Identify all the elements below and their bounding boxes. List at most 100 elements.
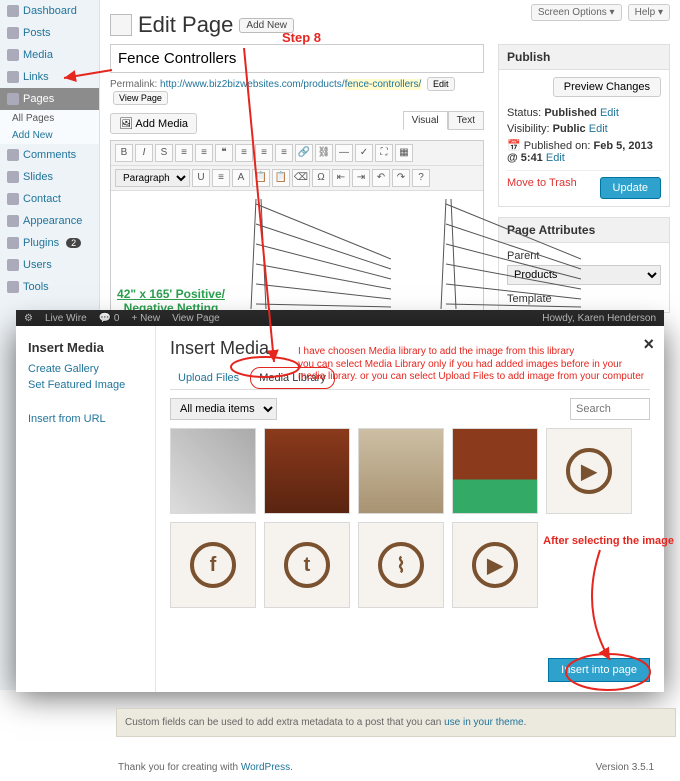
- sidebar-item-appearance[interactable]: Appearance: [0, 210, 99, 232]
- howdy-user[interactable]: Howdy, Karen Henderson: [542, 313, 656, 324]
- outdent-button[interactable]: ⇤: [332, 169, 350, 187]
- sidebar-item-slides[interactable]: Slides: [0, 166, 99, 188]
- help-button[interactable]: Help ▾: [628, 4, 670, 21]
- wordpress-link[interactable]: WordPress: [241, 762, 290, 773]
- dashboard-icon: [7, 5, 19, 17]
- theme-help-link[interactable]: use in your theme: [444, 717, 524, 728]
- sidebar-item-posts[interactable]: Posts: [0, 22, 99, 44]
- pastew-button[interactable]: 📋: [272, 169, 290, 187]
- users-icon: [7, 259, 19, 271]
- more-button[interactable]: —: [335, 144, 353, 162]
- sidebar-item-dashboard[interactable]: Dashboard: [0, 0, 99, 22]
- sidebar-sub-all-pages[interactable]: All Pages: [0, 110, 99, 127]
- preview-changes-button[interactable]: Preview Changes: [553, 77, 661, 97]
- move-to-trash-link[interactable]: Move to Trash: [507, 177, 577, 189]
- view-page-bar[interactable]: View Page: [172, 313, 220, 324]
- view-page-button[interactable]: View Page: [113, 91, 168, 105]
- paste-button[interactable]: 📋: [252, 169, 270, 187]
- media-thumb[interactable]: ⌇: [358, 522, 444, 608]
- page-icon: [110, 14, 132, 36]
- underline-button[interactable]: U: [192, 169, 210, 187]
- tools-icon: [7, 281, 19, 293]
- sidebar-item-contact[interactable]: Contact: [0, 188, 99, 210]
- plugins-icon: [7, 237, 19, 249]
- char-button[interactable]: Ω: [312, 169, 330, 187]
- sidebar-item-media[interactable]: Media: [0, 44, 99, 66]
- tab-media-library[interactable]: Media Library: [250, 367, 335, 389]
- media-thumb[interactable]: t: [264, 522, 350, 608]
- screen-options-button[interactable]: Screen Options ▾: [531, 4, 622, 21]
- media-grid: ▶ f t ⌇ ▶: [170, 428, 650, 608]
- sidebar-item-label: Links: [23, 71, 49, 83]
- new-content[interactable]: + New: [131, 313, 160, 324]
- strike-button[interactable]: S: [155, 144, 173, 162]
- sidebar-item-comments[interactable]: Comments: [0, 144, 99, 166]
- modal-close-button[interactable]: ×: [643, 334, 654, 355]
- sidebar-item-plugins[interactable]: Plugins2: [0, 232, 99, 254]
- spell-button[interactable]: ✓: [355, 144, 373, 162]
- insert-into-page-button[interactable]: Insert into page: [548, 658, 650, 682]
- clear-button[interactable]: ⌫: [292, 169, 310, 187]
- sidebar-item-label: Tools: [23, 281, 49, 293]
- help2-button[interactable]: ?: [412, 169, 430, 187]
- tab-upload-files[interactable]: Upload Files: [170, 368, 247, 388]
- sidebar-item-pages[interactable]: Pages: [0, 88, 99, 110]
- ul-button[interactable]: ≡: [175, 144, 193, 162]
- add-new-button[interactable]: Add New: [239, 18, 294, 33]
- link-button[interactable]: 🔗: [295, 144, 313, 162]
- fullscreen-button[interactable]: ⛶: [375, 144, 393, 162]
- tab-text[interactable]: Text: [448, 111, 484, 130]
- sidebar-item-label: Appearance: [23, 215, 82, 227]
- sidebar-item-users[interactable]: Users: [0, 254, 99, 276]
- media-thumb[interactable]: ▶: [452, 522, 538, 608]
- media-thumb[interactable]: f: [170, 522, 256, 608]
- site-name[interactable]: Live Wire: [45, 313, 87, 324]
- quote-button[interactable]: ❝: [215, 144, 233, 162]
- italic-button[interactable]: I: [135, 144, 153, 162]
- status-edit-link[interactable]: Edit: [600, 107, 619, 119]
- editor-canvas[interactable]: 42" x 165' Positive/ Negative Netting: [111, 191, 483, 321]
- alignl-button[interactable]: ≡: [235, 144, 253, 162]
- modal-main: × Insert Media Upload Files Media Librar…: [156, 326, 664, 692]
- media-search-input[interactable]: [570, 398, 650, 420]
- sidebar-item-tools[interactable]: Tools: [0, 276, 99, 298]
- posts-icon: [7, 27, 19, 39]
- justify-button[interactable]: ≡: [212, 169, 230, 187]
- plugins-badge: 2: [66, 238, 81, 248]
- page-title-text: Edit Page: [138, 12, 233, 38]
- visibility-edit-link[interactable]: Edit: [589, 123, 608, 135]
- sidebar-sub-add-new[interactable]: Add New: [0, 127, 99, 144]
- undo-button[interactable]: ↶: [372, 169, 390, 187]
- sidebar-item-links[interactable]: Links: [0, 66, 99, 88]
- add-media-button[interactable]: 🖼 Add Media: [110, 113, 197, 134]
- ol-button[interactable]: ≡: [195, 144, 213, 162]
- update-button[interactable]: Update: [600, 177, 661, 199]
- sidebar-item-label: Posts: [23, 27, 51, 39]
- kitchen-button[interactable]: ▦: [395, 144, 413, 162]
- post-title-input[interactable]: [110, 44, 484, 73]
- permalink-url[interactable]: http://www.biz2bizwebsites.com/products/…: [160, 79, 421, 90]
- comments-count[interactable]: 💬 0: [99, 313, 120, 324]
- media-thumb[interactable]: ▶: [546, 428, 632, 514]
- wp-logo-icon[interactable]: ⚙: [24, 313, 33, 324]
- alignc-button[interactable]: ≡: [255, 144, 273, 162]
- color-button[interactable]: A: [232, 169, 250, 187]
- set-featured-image-link[interactable]: Set Featured Image: [28, 379, 143, 391]
- alignr-button[interactable]: ≡: [275, 144, 293, 162]
- media-thumb[interactable]: [452, 428, 538, 514]
- create-gallery-link[interactable]: Create Gallery: [28, 363, 143, 375]
- redo-button[interactable]: ↷: [392, 169, 410, 187]
- insert-from-url-link[interactable]: Insert from URL: [28, 413, 143, 425]
- media-thumb[interactable]: [358, 428, 444, 514]
- media-thumb[interactable]: [264, 428, 350, 514]
- published-edit-link[interactable]: Edit: [546, 152, 565, 164]
- media-filter-select[interactable]: All media items: [170, 398, 277, 420]
- tab-visual[interactable]: Visual: [403, 111, 448, 130]
- format-select[interactable]: Paragraph: [115, 169, 190, 187]
- media-thumb[interactable]: [170, 428, 256, 514]
- bold-button[interactable]: B: [115, 144, 133, 162]
- version-text: Version 3.5.1: [596, 762, 654, 773]
- indent-button[interactable]: ⇥: [352, 169, 370, 187]
- unlink-button[interactable]: ⛓: [315, 144, 333, 162]
- permalink-edit-button[interactable]: Edit: [427, 77, 455, 91]
